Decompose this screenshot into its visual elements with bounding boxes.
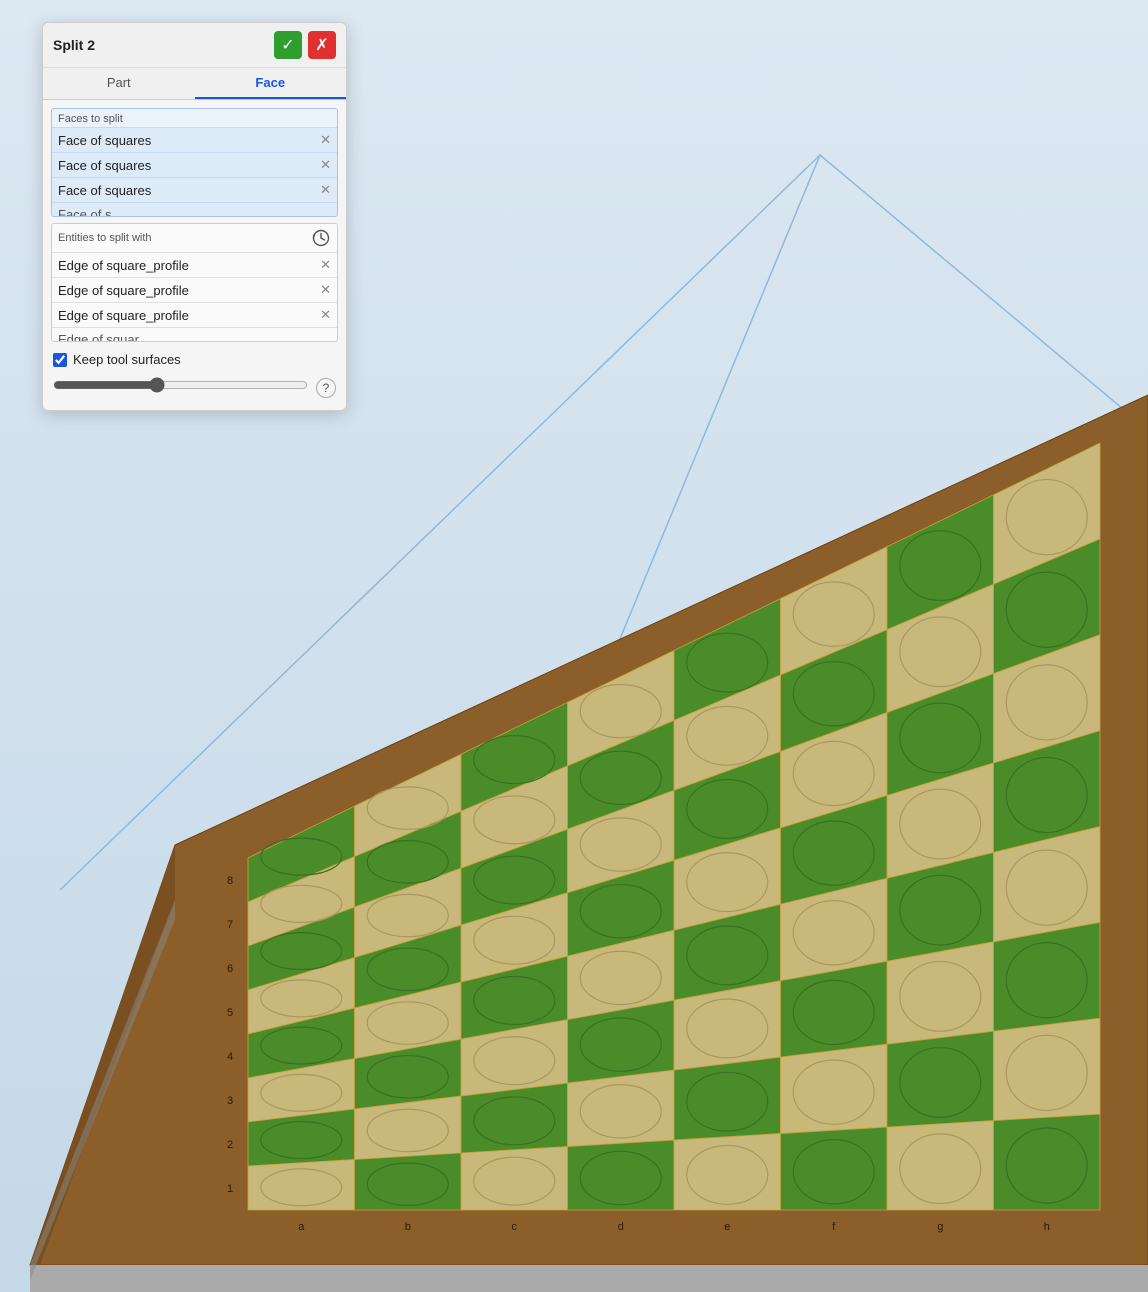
entities-section: Entities to split with Edge of square_pr… [51,223,338,342]
svg-text:6: 6 [227,963,233,975]
faces-to-split-box: Faces to split Face of squares ✕ Face of… [51,108,338,217]
keep-surfaces-checkbox[interactable] [53,353,67,367]
svg-text:a: a [298,1221,305,1233]
face-item-1[interactable]: Face of squares ✕ [52,127,337,152]
svg-text:8: 8 [227,875,233,887]
entities-header: Entities to split with [52,224,337,252]
face-item-3-text: Face of squares [58,183,151,198]
dialog-title: Split 2 [53,37,95,53]
svg-text:4: 4 [227,1051,233,1063]
confirm-button[interactable]: ✓ [274,31,302,59]
tab-bar: Part Face [43,68,346,100]
help-icon[interactable]: ? [316,378,336,398]
dialog-buttons: ✓ ✗ [274,31,336,59]
keep-surfaces-label[interactable]: Keep tool surfaces [73,352,181,367]
face-item-1-remove[interactable]: ✕ [320,132,331,148]
entity-item-2-text: Edge of square_profile [58,283,189,298]
entity-item-1-remove[interactable]: ✕ [320,257,331,273]
svg-text:2: 2 [227,1139,233,1151]
split-dialog: Split 2 ✓ ✗ Part Face Faces to split Fac… [42,22,347,411]
svg-text:3: 3 [227,1095,233,1107]
svg-text:h: h [1044,1221,1050,1233]
svg-text:b: b [405,1221,411,1233]
tab-face[interactable]: Face [195,68,347,99]
svg-text:c: c [512,1221,518,1233]
entity-item-3[interactable]: Edge of square_profile ✕ [52,302,337,327]
entity-item-1[interactable]: Edge of square_profile ✕ [52,252,337,277]
slider-container [53,377,308,398]
entity-item-2-remove[interactable]: ✕ [320,282,331,298]
face-item-2-text: Face of squares [58,158,151,173]
faces-label: Faces to split [52,109,337,127]
entity-item-2[interactable]: Edge of square_profile ✕ [52,277,337,302]
entity-item-3-remove[interactable]: ✕ [320,307,331,323]
keep-surfaces-row: Keep tool surfaces [43,342,346,373]
svg-text:e: e [724,1221,730,1233]
entity-item-1-text: Edge of square_profile [58,258,189,273]
dialog-header: Split 2 ✓ ✗ [43,23,346,68]
history-icon[interactable] [311,228,331,248]
entities-label: Entities to split with [58,232,152,244]
face-item-1-text: Face of squares [58,133,151,148]
svg-text:1: 1 [227,1183,233,1195]
face-item-3-remove[interactable]: ✕ [320,182,331,198]
entity-item-3-text: Edge of square_profile [58,308,189,323]
cancel-button[interactable]: ✗ [308,31,336,59]
entity-item-partial: Edge of squar… [52,327,337,341]
svg-text:d: d [618,1221,624,1233]
face-item-2-remove[interactable]: ✕ [320,157,331,173]
svg-text:g: g [937,1221,943,1233]
face-item-3[interactable]: Face of squares ✕ [52,177,337,202]
slider-row: ? [43,373,346,410]
face-item-partial: Face of s… [52,202,337,216]
tab-part[interactable]: Part [43,68,195,99]
svg-text:7: 7 [227,919,233,931]
svg-text:5: 5 [227,1007,233,1019]
tolerance-slider[interactable] [53,377,308,393]
face-item-2[interactable]: Face of squares ✕ [52,152,337,177]
